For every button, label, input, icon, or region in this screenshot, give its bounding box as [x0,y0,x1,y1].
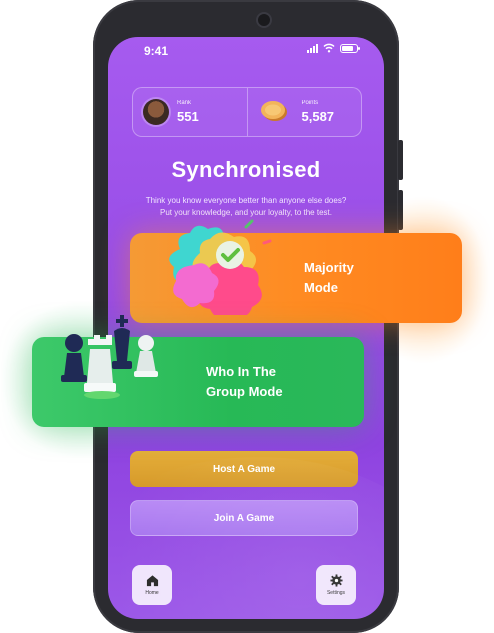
nav-settings-label: Settings [326,590,346,596]
nav-home-label: Home [145,590,159,596]
who-line2: Group Mode [206,384,283,399]
points-value: 5,587 [301,109,335,124]
side-button [398,190,403,230]
rank-value: 551 [177,109,199,124]
avatar[interactable] [143,99,169,125]
side-button [398,140,403,180]
points-stat: Points 5,587 [246,88,362,136]
nav-settings-button[interactable]: Settings [316,565,356,605]
join-game-button[interactable]: Join A Game [130,500,358,536]
majority-line2: Mode [304,280,338,295]
status-bar: 9:41 [108,37,384,65]
page-subtitle: Think you know everyone better than anyo… [145,196,347,217]
battery-icon [340,43,360,53]
front-camera [258,14,270,26]
nav-home-button[interactable]: Home [132,565,172,605]
puzzle-icon [169,219,272,315]
gear-icon [329,574,343,587]
coin-icon [260,101,287,121]
status-icons [307,43,360,53]
stats-panel: Rank 551 Points 5,587 [132,87,362,137]
rank-label: Rank [177,100,192,106]
who-group-mode-label: Who In The Group Mode [206,362,283,402]
home-icon [146,575,158,587]
who-line1: Who In The [206,364,277,379]
status-time: 9:41 [144,44,169,58]
majority-mode-card[interactable]: Majority Mode [130,219,462,323]
page-title: Synchronised [171,157,321,182]
majority-mode-label: Majority Mode [304,258,354,298]
chess-pieces-icon [61,315,158,399]
wifi-icon [323,43,335,53]
signal-icon [307,43,318,53]
points-label: Points [301,100,319,106]
rank-stat: Rank 551 [133,88,247,136]
who-group-mode-card[interactable]: Who In The Group Mode [32,315,364,427]
host-game-button[interactable]: Host A Game [130,451,358,487]
majority-line1: Majority [304,260,354,275]
